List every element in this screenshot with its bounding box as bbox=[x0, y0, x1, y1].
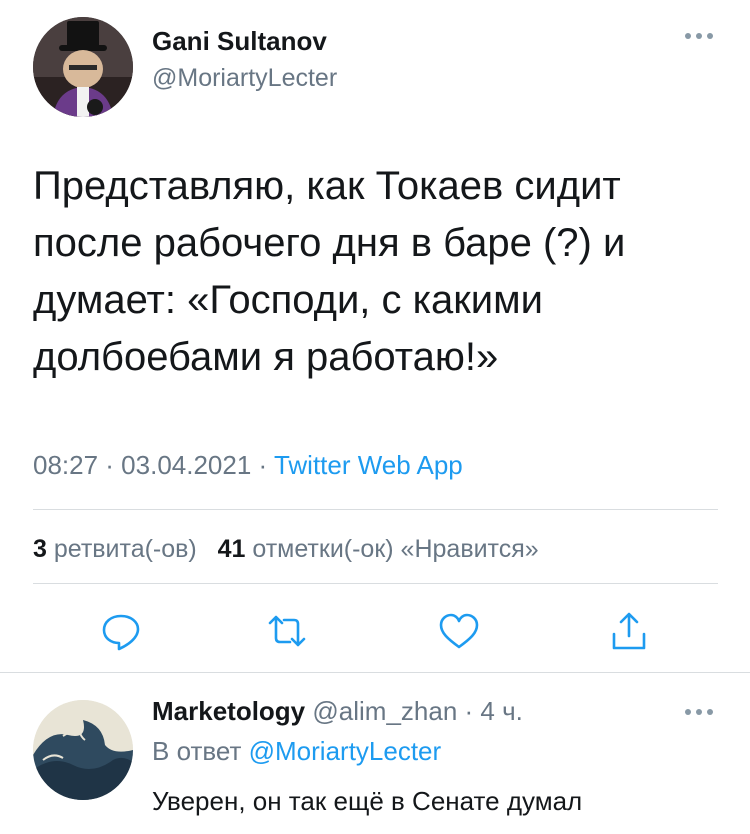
likes-stat[interactable]: 41 отметки(-ок) «Нравится» bbox=[218, 535, 539, 563]
reply-author-meta: @alim_zhan · 4 ч. bbox=[305, 696, 523, 726]
retweets-stat[interactable]: 3 ретвита(-ов) bbox=[33, 535, 197, 563]
tweet-header: Gani Sultanov @MoriartyLecter bbox=[0, 0, 750, 120]
reply-author-name[interactable]: Marketology bbox=[152, 696, 305, 726]
divider bbox=[33, 509, 718, 510]
reply-icon[interactable] bbox=[98, 608, 144, 654]
action-bar bbox=[0, 600, 750, 664]
tweet-source-link[interactable]: Twitter Web App bbox=[274, 450, 463, 480]
likes-label: отметки(-ок) «Нравится» bbox=[245, 535, 539, 563]
reply-to-prefix: В ответ bbox=[152, 736, 249, 766]
retweet-icon[interactable] bbox=[264, 608, 310, 654]
share-icon[interactable] bbox=[606, 608, 652, 654]
avatar[interactable] bbox=[33, 17, 133, 117]
avatar-image bbox=[33, 17, 133, 117]
author-name[interactable]: Gani Sultanov bbox=[152, 26, 327, 57]
tweet-stats: 3 ретвита(-ов) 41 отметки(-ок) «Нравится… bbox=[33, 535, 539, 564]
tweet-timestamp: 08:27 · 03.04.2021 · bbox=[33, 450, 274, 480]
divider bbox=[0, 672, 750, 673]
reply-text: Уверен, он так ещё в Сенате думал bbox=[152, 786, 583, 816]
retweets-count: 3 bbox=[33, 535, 47, 563]
reply-avatar[interactable] bbox=[33, 700, 133, 800]
tweet-text: Представляю, как Токаев сидит после рабо… bbox=[33, 164, 626, 379]
reply-to-line: В ответ @MoriartyLecter bbox=[152, 736, 441, 767]
reply-header: Marketology @alim_zhan · 4 ч. bbox=[152, 696, 523, 727]
tweet-meta: 08:27 · 03.04.2021 · Twitter Web App bbox=[33, 450, 463, 481]
author-handle[interactable]: @MoriartyLecter bbox=[152, 64, 337, 93]
divider bbox=[33, 583, 718, 584]
reply-avatar-image bbox=[33, 700, 133, 800]
retweets-label: ретвита(-ов) bbox=[46, 535, 197, 563]
more-options-icon[interactable] bbox=[682, 28, 716, 44]
reply-to-mention[interactable]: @MoriartyLecter bbox=[249, 736, 442, 766]
likes-count: 41 bbox=[217, 535, 246, 563]
like-icon[interactable] bbox=[436, 608, 482, 654]
more-options-icon[interactable] bbox=[682, 704, 716, 720]
